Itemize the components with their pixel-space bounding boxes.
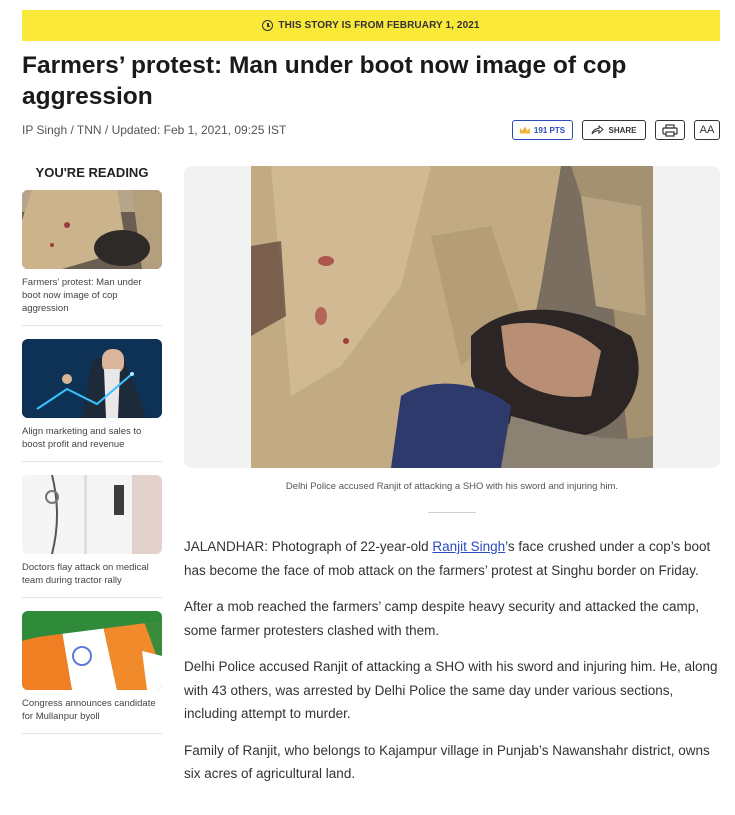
- history-clock-icon: [262, 20, 274, 31]
- caption-divider: [428, 512, 476, 513]
- article-headline: Farmers’ protest: Man under boot now ima…: [22, 52, 627, 110]
- article-paragraph: After a mob reached the farmers’ camp de…: [184, 599, 700, 638]
- sidebar-story-text: Farmers' protest: Man under boot now ima…: [22, 277, 142, 314]
- story-date-banner: THIS STORY IS FROM FEBRUARY 1, 2021: [22, 10, 720, 41]
- ranjit-singh-link[interactable]: Ranjit Singh: [432, 539, 505, 554]
- story-thumbnail: [22, 190, 162, 269]
- print-icon: [662, 123, 678, 137]
- article-body: JALANDHAR: Photograph of 22-year-old Ran…: [184, 535, 724, 799]
- you-are-reading-sidebar: YOU'RE READING Farmers' protest: Man und…: [22, 165, 162, 747]
- print-button[interactable]: [655, 120, 685, 140]
- protest-photo: [251, 166, 653, 468]
- image-caption: Delhi Police accused Ranjit of attacking…: [285, 481, 619, 492]
- story-thumbnail: [22, 339, 162, 418]
- article-byline: IP Singh / TNN / Updated: Feb 1, 2021, 0…: [22, 123, 287, 137]
- points-button[interactable]: 191 PTS: [512, 120, 573, 140]
- share-button[interactable]: SHARE: [582, 120, 646, 140]
- article-toolbar: 191 PTS SHARE AA: [512, 120, 720, 140]
- sidebar-title: YOU'RE READING: [35, 165, 149, 180]
- sidebar-story-text: Align marketing and sales to boost profi…: [22, 426, 142, 450]
- article-paragraph: Delhi Police accused Ranjit of attacking…: [184, 659, 718, 721]
- story-thumbnail: [22, 611, 162, 690]
- sidebar-story-text: Congress announces candidate for Mullanp…: [22, 698, 156, 722]
- article-hero-image: [184, 166, 720, 468]
- sidebar-story[interactable]: Farmers' protest: Man under boot now ima…: [22, 190, 162, 326]
- sidebar-story[interactable]: Doctors flay attack on medical team duri…: [22, 475, 162, 598]
- sidebar-story[interactable]: Congress announces candidate for Mullanp…: [22, 611, 162, 734]
- article-paragraph: Family of Ranjit, who belongs to Kajampu…: [184, 742, 710, 782]
- points-label: 191 PTS: [533, 125, 566, 135]
- font-size-button[interactable]: AA: [694, 120, 720, 140]
- sidebar-story[interactable]: Align marketing and sales to boost profi…: [22, 339, 162, 462]
- crown-icon: [519, 126, 530, 134]
- paragraph-text: JALANDHAR: Photograph of 22-year-old: [184, 539, 433, 554]
- story-thumbnail: [22, 475, 162, 554]
- sidebar-story-text: Doctors flay attack on medical team duri…: [22, 562, 149, 586]
- share-label: SHARE: [608, 125, 637, 135]
- story-date-text: THIS STORY IS FROM FEBRUARY 1, 2021: [278, 20, 480, 31]
- share-icon: [591, 125, 605, 135]
- article-paragraph: JALANDHAR: Photograph of 22-year-old Ran…: [184, 535, 724, 582]
